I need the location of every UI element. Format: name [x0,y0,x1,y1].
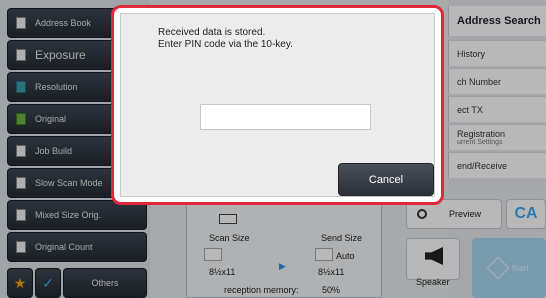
dialog-message: Received data is stored. Enter PIN code … [158,27,293,51]
dialog-message-line-1: Received data is stored. [158,27,266,38]
pin-dialog: Received data is stored. Enter PIN code … [111,5,444,205]
dialog-body: Received data is stored. Enter PIN code … [120,13,435,197]
dialog-message-line-2: Enter PIN code via the 10-key. [158,39,293,50]
cancel-button[interactable]: Cancel [338,163,434,196]
pin-input[interactable] [200,104,371,130]
